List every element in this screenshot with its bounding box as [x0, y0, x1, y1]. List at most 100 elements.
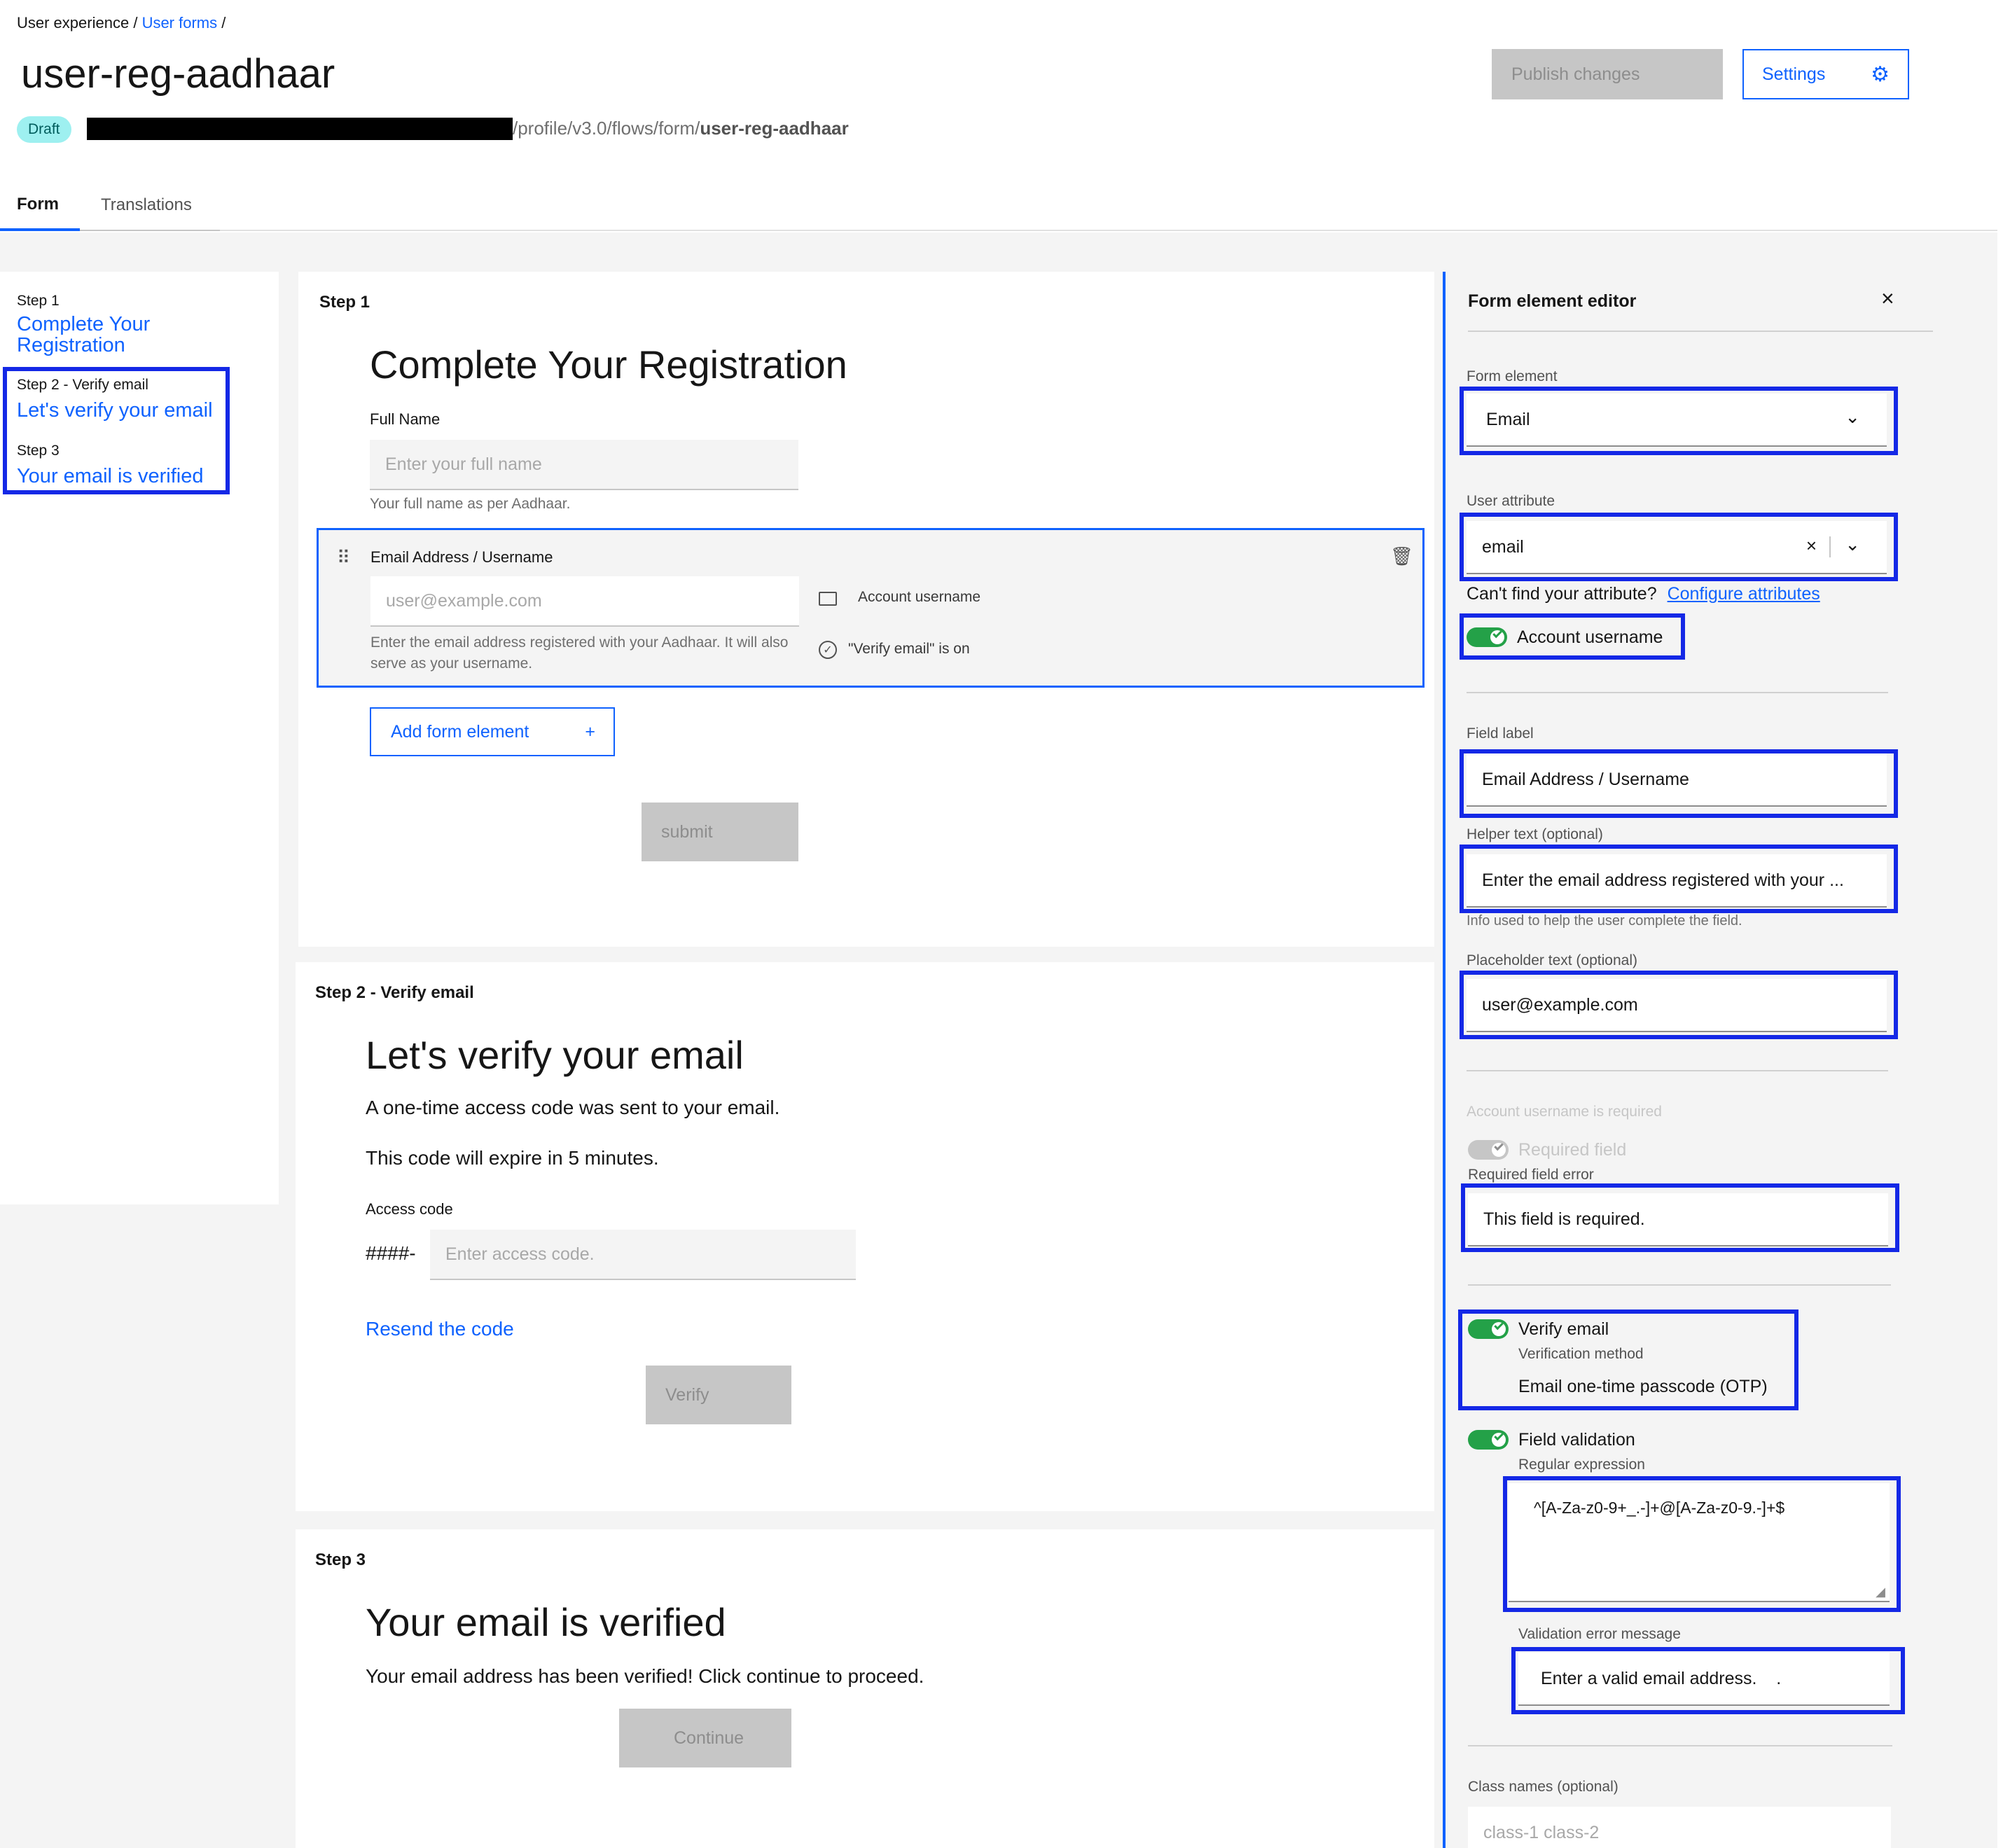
step2-line1: A one-time access code was sent to your …: [366, 1097, 780, 1118]
configure-attributes-link[interactable]: Configure attributes: [1668, 584, 1820, 604]
highlight-placeholder-text: [1460, 971, 1898, 1039]
tab-form-label: Form: [17, 195, 59, 214]
submit-label: submit: [661, 821, 713, 842]
add-form-element-label: Add form element: [391, 721, 529, 742]
access-code-prefix: ####-: [366, 1242, 416, 1264]
field-label-label: Field label: [1467, 725, 1534, 742]
check-icon: [1494, 1141, 1504, 1151]
regex-label: Regular expression: [1518, 1457, 1645, 1473]
step3-card: Step 3 Your email is verified Your email…: [296, 1529, 1434, 1848]
editor-divider-4: [1468, 1745, 1892, 1746]
check-icon: [1494, 1431, 1504, 1441]
sidebar-lower-strip: [279, 1204, 296, 1848]
verify-label: Verify: [665, 1384, 709, 1405]
user-attribute-label: User attribute: [1467, 493, 1555, 509]
breadcrumb-user-forms[interactable]: User forms: [142, 14, 218, 32]
highlight-validation-error: [1511, 1647, 1905, 1714]
editor-title: Form element editor: [1468, 291, 1637, 311]
tab-translations[interactable]: Translations: [80, 181, 220, 231]
tab-translations-label: Translations: [101, 195, 192, 214]
account-username-tag: Account username: [858, 589, 981, 605]
step1-heading: Step 1: [319, 293, 370, 312]
step2-title: Let's verify your email: [366, 1033, 744, 1077]
url-redacted-block: [87, 118, 513, 140]
breadcrumb-separator: /: [221, 14, 226, 32]
add-form-element-button[interactable]: Add form element +: [370, 707, 615, 756]
required-field-toggle-label: Required field: [1518, 1140, 1627, 1160]
gear-icon: ⚙: [1871, 62, 1890, 86]
highlight-required-error: [1461, 1183, 1899, 1252]
editor-divider-2: [1467, 1070, 1888, 1071]
attribute-help-text: Can't find your attribute? Configure att…: [1467, 584, 1820, 604]
continue-button[interactable]: Continue: [619, 1709, 791, 1767]
sidebar-lower-background: [0, 1204, 279, 1848]
email-input[interactable]: user@example.com: [370, 576, 799, 627]
full-name-label: Full Name: [370, 410, 441, 428]
required-field-error-label: Required field error: [1468, 1167, 1594, 1183]
highlight-account-username: [1460, 613, 1685, 660]
step2-line2: This code will expire in 5 minutes.: [366, 1147, 659, 1169]
email-helper: Enter the email address registered with …: [370, 634, 789, 672]
field-validation-toggle[interactable]: [1468, 1430, 1509, 1450]
field-validation-toggle-label: Field validation: [1518, 1430, 1635, 1450]
publish-changes-label: Publish changes: [1511, 64, 1640, 84]
endpoint-url-prefix: /profile/v3.0/flows/form/: [513, 118, 700, 139]
placeholder-text-label: Placeholder text (optional): [1467, 952, 1637, 968]
email-placeholder: user@example.com: [386, 590, 542, 611]
checkmark-circle-icon: ✓: [819, 641, 837, 659]
breadcrumb-user-experience[interactable]: User experience: [17, 14, 129, 32]
step2-heading: Step 2 - Verify email: [315, 983, 474, 1002]
full-name-placeholder: Enter your full name: [385, 454, 542, 474]
highlight-user-attribute: [1460, 513, 1898, 581]
drag-handle-icon[interactable]: ⠿: [337, 547, 350, 569]
submit-button[interactable]: submit: [642, 803, 798, 861]
access-code-input[interactable]: Enter access code.: [430, 1230, 856, 1280]
step1-title: Complete Your Registration: [370, 342, 847, 387]
validation-error-label: Validation error message: [1518, 1626, 1681, 1642]
editor-divider-1: [1467, 692, 1888, 693]
page-title: user-reg-aadhaar: [21, 51, 335, 97]
helper-text-label: Helper text (optional): [1467, 826, 1603, 842]
sidebar-step1-label: Step 1: [17, 293, 60, 309]
required-field-toggle: [1468, 1140, 1509, 1160]
form-element-label: Form element: [1467, 368, 1558, 384]
trash-icon[interactable]: 🗑: [1390, 546, 1413, 567]
helper-text-hint: Info used to help the user complete the …: [1467, 913, 1742, 929]
close-icon[interactable]: ×: [1881, 286, 1894, 312]
editor-divider-3: [1468, 1284, 1891, 1286]
status-badge: Draft: [17, 116, 71, 143]
endpoint-url-name: user-reg-aadhaar: [700, 118, 849, 139]
highlight-form-element: [1460, 387, 1898, 455]
highlight-helper-text: [1460, 845, 1898, 913]
access-code-placeholder: Enter access code.: [445, 1244, 595, 1264]
endpoint-url: /profile/v3.0/flows/form/user-reg-aadhaa…: [513, 118, 849, 139]
step3-text: Your email address has been verified! Cl…: [366, 1665, 924, 1687]
class-names-placeholder: class-1 class-2: [1483, 1822, 1600, 1842]
step2-card: Step 2 - Verify email Let's verify your …: [296, 962, 1434, 1511]
settings-label: Settings: [1762, 64, 1826, 84]
email-form-element[interactable]: ⠿ Email Address / Username 🗑 user@exampl…: [317, 528, 1425, 688]
account-username-icon: [819, 592, 837, 606]
step3-title: Your email is verified: [366, 1600, 726, 1644]
verify-button[interactable]: Verify: [646, 1366, 791, 1424]
highlight-field-label: [1460, 749, 1898, 818]
account-username-required-note: Account username is required: [1467, 1104, 1662, 1120]
plus-icon: +: [585, 721, 595, 742]
editor-header-divider: [1468, 331, 1933, 332]
tab-form[interactable]: Form: [0, 181, 80, 231]
highlight-regex: [1503, 1476, 1901, 1612]
breadcrumb: User experience / User forms /: [17, 14, 226, 32]
full-name-helper: Your full name as per Aadhaar.: [370, 496, 571, 512]
publish-changes-button[interactable]: Publish changes: [1492, 49, 1723, 99]
settings-button[interactable]: Settings ⚙: [1742, 49, 1909, 99]
step3-heading: Step 3: [315, 1550, 366, 1569]
resend-code-link[interactable]: Resend the code: [366, 1318, 514, 1340]
class-names-input[interactable]: class-1 class-2: [1468, 1807, 1891, 1848]
continue-label: Continue: [674, 1728, 744, 1748]
tab-bar: Form Translations: [0, 181, 1997, 231]
sidebar-step1-title[interactable]: Complete Your Registration: [17, 314, 192, 356]
breadcrumb-separator: /: [133, 14, 138, 32]
full-name-input[interactable]: Enter your full name: [370, 440, 798, 490]
email-field-label: Email Address / Username: [370, 548, 553, 566]
cant-find-text: Can't find your attribute?: [1467, 584, 1657, 604]
